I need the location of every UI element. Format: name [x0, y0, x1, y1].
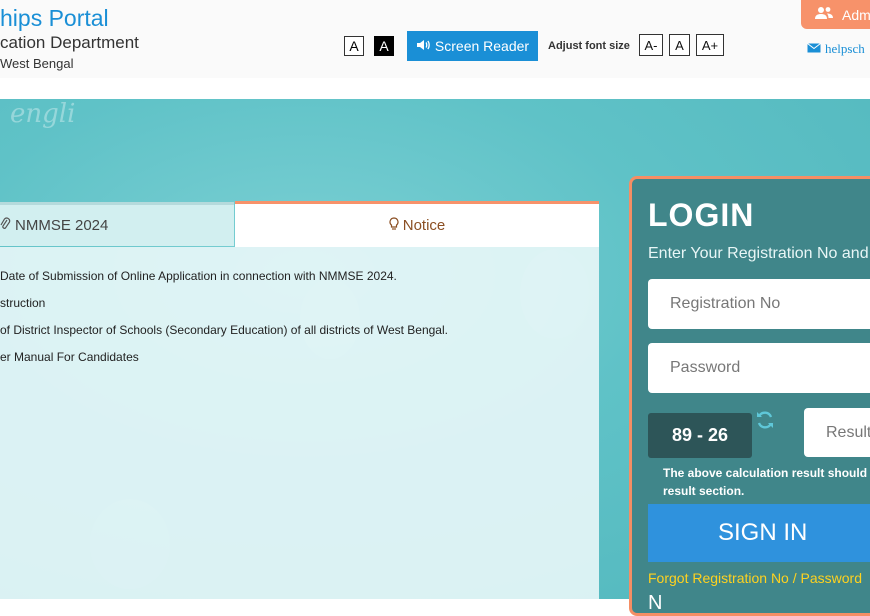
admin-login-button[interactable]: Adm [801, 0, 870, 29]
contrast-light-button[interactable]: A [344, 36, 364, 56]
admin-label: Adm [842, 6, 870, 23]
captcha-note: The above calculation result should resu… [663, 466, 868, 498]
font-increase-button[interactable]: A+ [696, 34, 724, 56]
login-title: LOGIN [648, 197, 755, 233]
login-footer-text: N [648, 592, 663, 614]
users-icon [815, 6, 833, 23]
envelope-icon [807, 41, 821, 57]
notice-link[interactable]: Date of Submission of Online Application… [0, 269, 397, 283]
contrast-dark-button[interactable]: A [374, 36, 394, 56]
help-email-link[interactable]: helpsch [807, 41, 865, 57]
tab-nmmse[interactable]: NMMSE 2024 [0, 202, 234, 246]
login-subtitle: Enter Your Registration No and [648, 245, 869, 262]
font-decrease-button[interactable]: A- [639, 34, 663, 56]
registration-input[interactable] [648, 279, 870, 329]
notice-link[interactable]: struction [0, 296, 45, 310]
site-header: hips Portal cation Department West Benga… [0, 0, 870, 78]
captcha-result-input[interactable] [804, 408, 870, 457]
lightbulb-icon [389, 216, 399, 235]
banner-scribble: engli [10, 99, 76, 129]
paperclip-icon [0, 217, 11, 235]
tab-nmmse-label: NMMSE 2024 [15, 217, 109, 234]
notice-link[interactable]: er Manual For Candidates [0, 350, 139, 364]
adjust-font-label: Adjust font size [548, 40, 630, 52]
screen-reader-button[interactable]: Screen Reader [407, 31, 538, 61]
portal-title: hips Portal [0, 5, 109, 31]
screen-reader-label: Screen Reader [434, 38, 530, 54]
state-name: West Bengal [0, 56, 74, 71]
tab-notice-label: Notice [402, 217, 446, 234]
notice-link[interactable]: of District Inspector of Schools (Second… [0, 323, 448, 337]
sign-in-button[interactable]: SIGN IN [648, 504, 870, 562]
forgot-credentials-link[interactable]: Forgot Registration No / Password [648, 570, 862, 586]
notice-panel [0, 247, 599, 599]
refresh-icon[interactable] [754, 409, 776, 431]
speaker-icon [416, 38, 430, 54]
department-name: cation Department [0, 33, 139, 52]
help-email-text: helpsch [825, 41, 865, 56]
password-input[interactable] [648, 343, 870, 393]
font-normal-button[interactable]: A [669, 34, 690, 56]
captcha-question: 89 - 26 [648, 413, 752, 458]
tab-notice[interactable]: Notice [235, 201, 599, 247]
